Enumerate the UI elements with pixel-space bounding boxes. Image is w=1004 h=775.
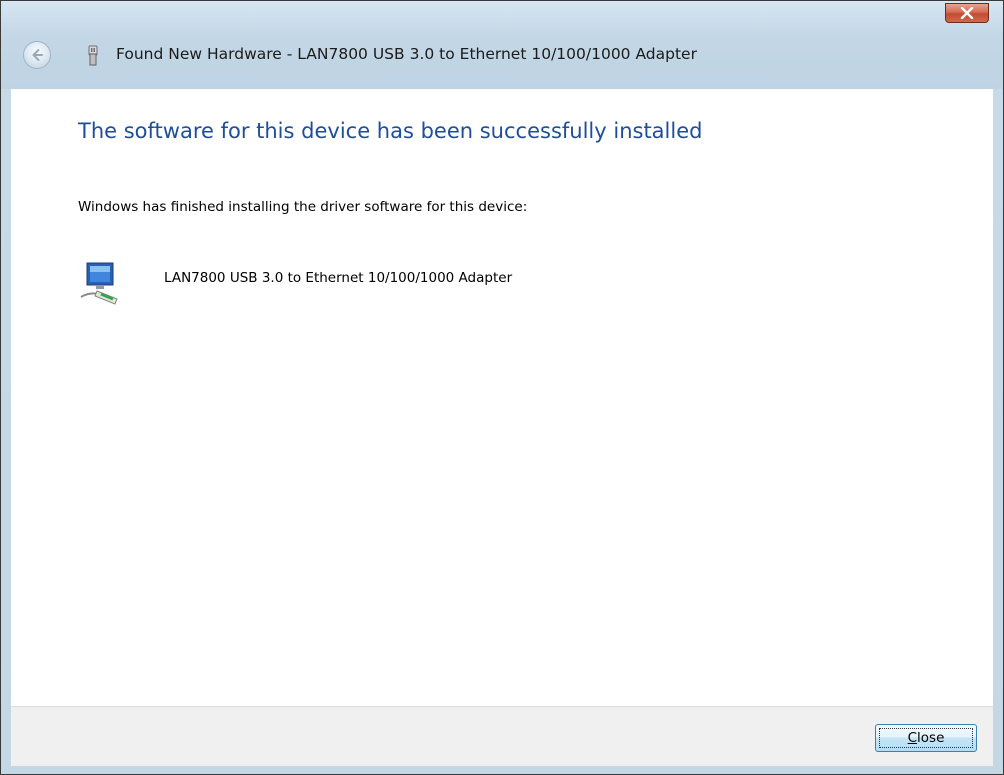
- back-arrow-icon: [32, 49, 43, 61]
- window-title: Found New Hardware - LAN7800 USB 3.0 to …: [116, 45, 697, 63]
- status-message: Windows has finished installing the driv…: [78, 199, 528, 215]
- close-x-icon: [960, 7, 974, 19]
- found-new-hardware-window: Found New Hardware - LAN7800 USB 3.0 to …: [0, 0, 1004, 775]
- main-heading: The software for this device has been su…: [78, 119, 703, 143]
- usb-device-icon: [88, 45, 98, 66]
- close-button-mnemonic: C: [907, 730, 918, 746]
- window-close-button[interactable]: [945, 3, 989, 23]
- close-button[interactable]: Close: [875, 724, 977, 752]
- network-adapter-icon: [80, 262, 118, 305]
- title-bar: Found New Hardware - LAN7800 USB 3.0 to …: [1, 1, 1003, 89]
- close-button-label-rest: lose: [917, 730, 945, 746]
- device-name: LAN7800 USB 3.0 to Ethernet 10/100/1000 …: [164, 270, 513, 286]
- close-button-label: Close: [879, 728, 973, 748]
- content-panel: The software for this device has been su…: [11, 89, 993, 706]
- button-bar: Close: [11, 706, 993, 766]
- back-button[interactable]: [23, 41, 51, 69]
